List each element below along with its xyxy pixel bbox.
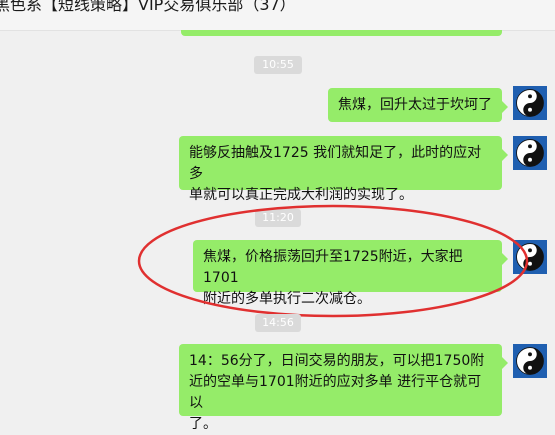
bubble-tail [502,101,508,113]
yin-yang-icon [516,139,544,167]
message-text: 焦煤，回升太过于坎坷了 [338,97,492,113]
yin-yang-icon [516,243,544,271]
message-bubble[interactable]: 焦煤，回升太过于坎坷了 [328,88,508,122]
window-titlebar: 黑色系【短线策略】VIP交易俱乐部（37） [0,0,555,31]
yin-yang-icon [516,347,544,375]
avatar[interactable] [513,136,547,170]
avatar[interactable] [513,86,547,120]
bubble-tail [502,149,508,161]
yin-yang-icon [516,89,544,117]
timestamp: 10:55 [254,56,302,74]
timestamp: 11:20 [255,209,301,227]
message-text-line: 单就可以真正完成大利润的实现了。 [189,187,413,203]
message-bubble[interactable]: 能够反抽触及1725 我们就知足了，此时的应对多 单就可以真正完成大利润的实现了… [179,136,508,203]
message-bubble[interactable]: 14：56分了，日间交易的朋友，可以把1750附 近的空单与1701附近的应对多… [179,344,508,432]
chat-title: 黑色系【短线策略】VIP交易俱乐部（37） [0,0,296,14]
message-text-line: 附近的多单执行二次减仓。 [203,291,371,307]
bubble-tail [502,253,508,265]
avatar[interactable] [513,344,547,378]
message-bubble-highlighted[interactable]: 焦煤，价格振荡回升至1725附近，大家把1701 附近的多单执行二次减仓。 [193,240,508,307]
message-text-line: 焦煤，价格振荡回升至1725附近，大家把1701 [203,249,463,286]
message-bubble-partial[interactable] [181,30,502,36]
avatar[interactable] [513,240,547,274]
message-text-line: 了。 [189,416,217,432]
message-text-line: 近的空单与1701附近的应对多单 进行平仓就可以 [189,374,482,411]
message-text-line: 14：56分了，日间交易的朋友，可以把1750附 [189,353,485,369]
message-text-line: 能够反抽触及1725 我们就知足了，此时的应对多 [189,145,482,182]
timestamp: 14:56 [255,314,301,332]
bubble-tail [502,357,508,369]
